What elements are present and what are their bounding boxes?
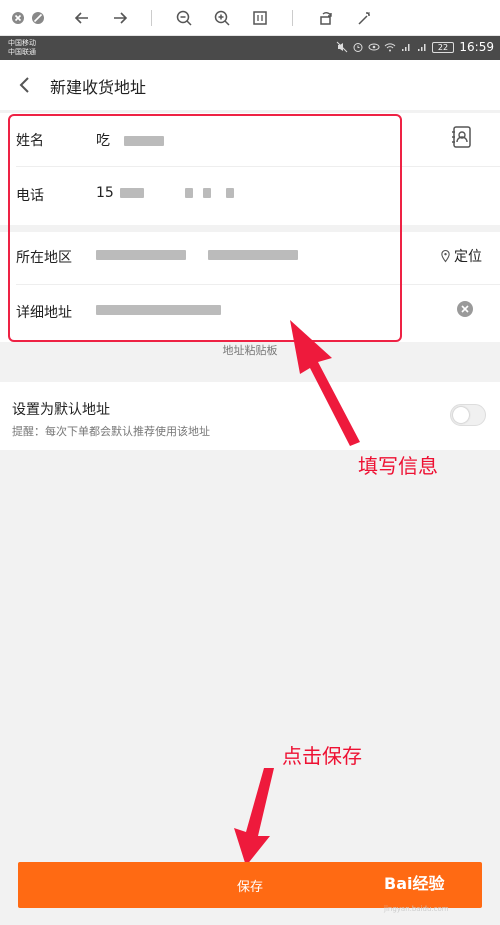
magic-wand-icon[interactable] bbox=[352, 6, 376, 30]
mute-icon bbox=[336, 41, 348, 53]
location-pin-icon bbox=[441, 249, 450, 263]
locate-button[interactable]: 定位 bbox=[440, 246, 482, 266]
annotation-click-save: 点击保存 bbox=[282, 744, 362, 768]
eye-icon bbox=[368, 43, 380, 51]
toggle-knob bbox=[453, 407, 469, 423]
highlight-box bbox=[8, 114, 402, 342]
default-address-hint: 提醒：每次下单都会默认推荐使用该地址 bbox=[12, 425, 210, 438]
status-bar: 中国移动 中国联通 22 16:59 bbox=[0, 36, 500, 60]
toolbar-separator bbox=[151, 10, 152, 26]
fit-page-icon[interactable] bbox=[248, 6, 272, 30]
block-icon[interactable] bbox=[26, 6, 50, 30]
carrier-info: 中国移动 中国联通 bbox=[8, 39, 36, 57]
status-time: 16:59 bbox=[459, 40, 494, 54]
battery-indicator: 22 bbox=[432, 42, 454, 53]
browser-toolbar bbox=[0, 0, 500, 36]
rotate-icon[interactable] bbox=[314, 6, 338, 30]
page-title: 新建收货地址 bbox=[50, 78, 147, 97]
annotation-arrow-down bbox=[234, 768, 274, 866]
default-address-toggle[interactable] bbox=[450, 404, 486, 426]
toolbar-separator bbox=[292, 10, 293, 26]
locate-label: 定位 bbox=[454, 249, 482, 265]
zoom-out-icon[interactable] bbox=[172, 6, 196, 30]
baidu-watermark: Bai经验 bbox=[384, 874, 445, 893]
signal-icon bbox=[402, 44, 410, 51]
annotation-fill-info: 填写信息 bbox=[358, 454, 438, 478]
back-chevron-icon[interactable] bbox=[14, 74, 36, 96]
back-arrow-icon[interactable] bbox=[70, 6, 94, 30]
default-address-row: 设置为默认地址 提醒：每次下单都会默认推荐使用该地址 bbox=[0, 382, 500, 450]
status-icons bbox=[336, 41, 428, 53]
address-clipboard-link[interactable]: 地址粘贴板 bbox=[0, 342, 500, 358]
carrier-2: 中国联通 bbox=[8, 48, 36, 56]
contacts-book-icon[interactable] bbox=[450, 125, 474, 149]
default-address-title: 设置为默认地址 bbox=[12, 402, 110, 418]
signal-2-icon bbox=[418, 44, 426, 51]
carrier-1: 中国移动 bbox=[8, 39, 36, 47]
zoom-in-icon[interactable] bbox=[210, 6, 234, 30]
clear-input-icon[interactable] bbox=[456, 300, 474, 318]
forward-arrow-icon[interactable] bbox=[108, 6, 132, 30]
watermark-url: jingyan.baidu.com bbox=[384, 905, 449, 913]
annotation-arrow-up bbox=[290, 320, 360, 446]
alarm-icon bbox=[353, 43, 363, 52]
page-header: 新建收货地址 bbox=[0, 60, 500, 110]
wifi-icon bbox=[384, 43, 396, 52]
